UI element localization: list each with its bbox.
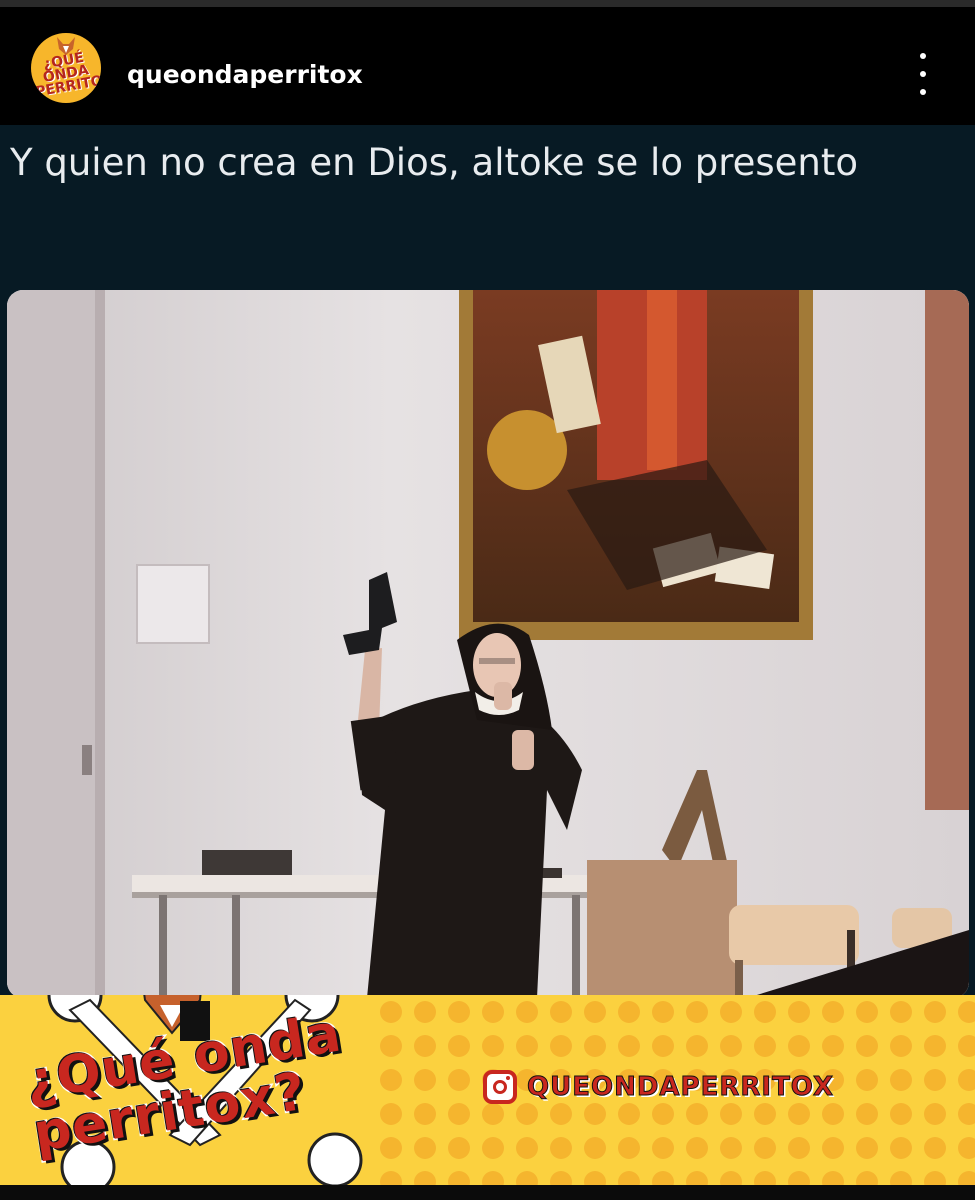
bottom-edge	[0, 1185, 975, 1200]
post-caption: Y quien no crea en Dios, altoke se lo pr…	[10, 141, 859, 184]
avatar-logo-text: ¿QUÉ ONDA PERRITOX?	[34, 49, 101, 101]
post-content: Y quien no crea en Dios, altoke se lo pr…	[0, 125, 975, 1185]
username[interactable]: queondaperritox	[127, 60, 363, 89]
more-vertical-icon	[920, 53, 926, 59]
instagram-handle-text: QUEONDAPERRITOX	[526, 1072, 835, 1103]
instagram-handle[interactable]: QUEONDAPERRITOX	[483, 1066, 834, 1108]
photo-illustration	[7, 290, 969, 998]
more-options-button[interactable]	[906, 53, 940, 95]
avatar[interactable]: ¿QUÉ ONDA PERRITOX?	[31, 33, 101, 103]
post-header: ¿QUÉ ONDA PERRITOX? queondaperritox	[0, 7, 975, 125]
status-edge	[0, 0, 975, 7]
instagram-icon	[483, 1070, 517, 1104]
post-photo[interactable]	[7, 290, 969, 998]
